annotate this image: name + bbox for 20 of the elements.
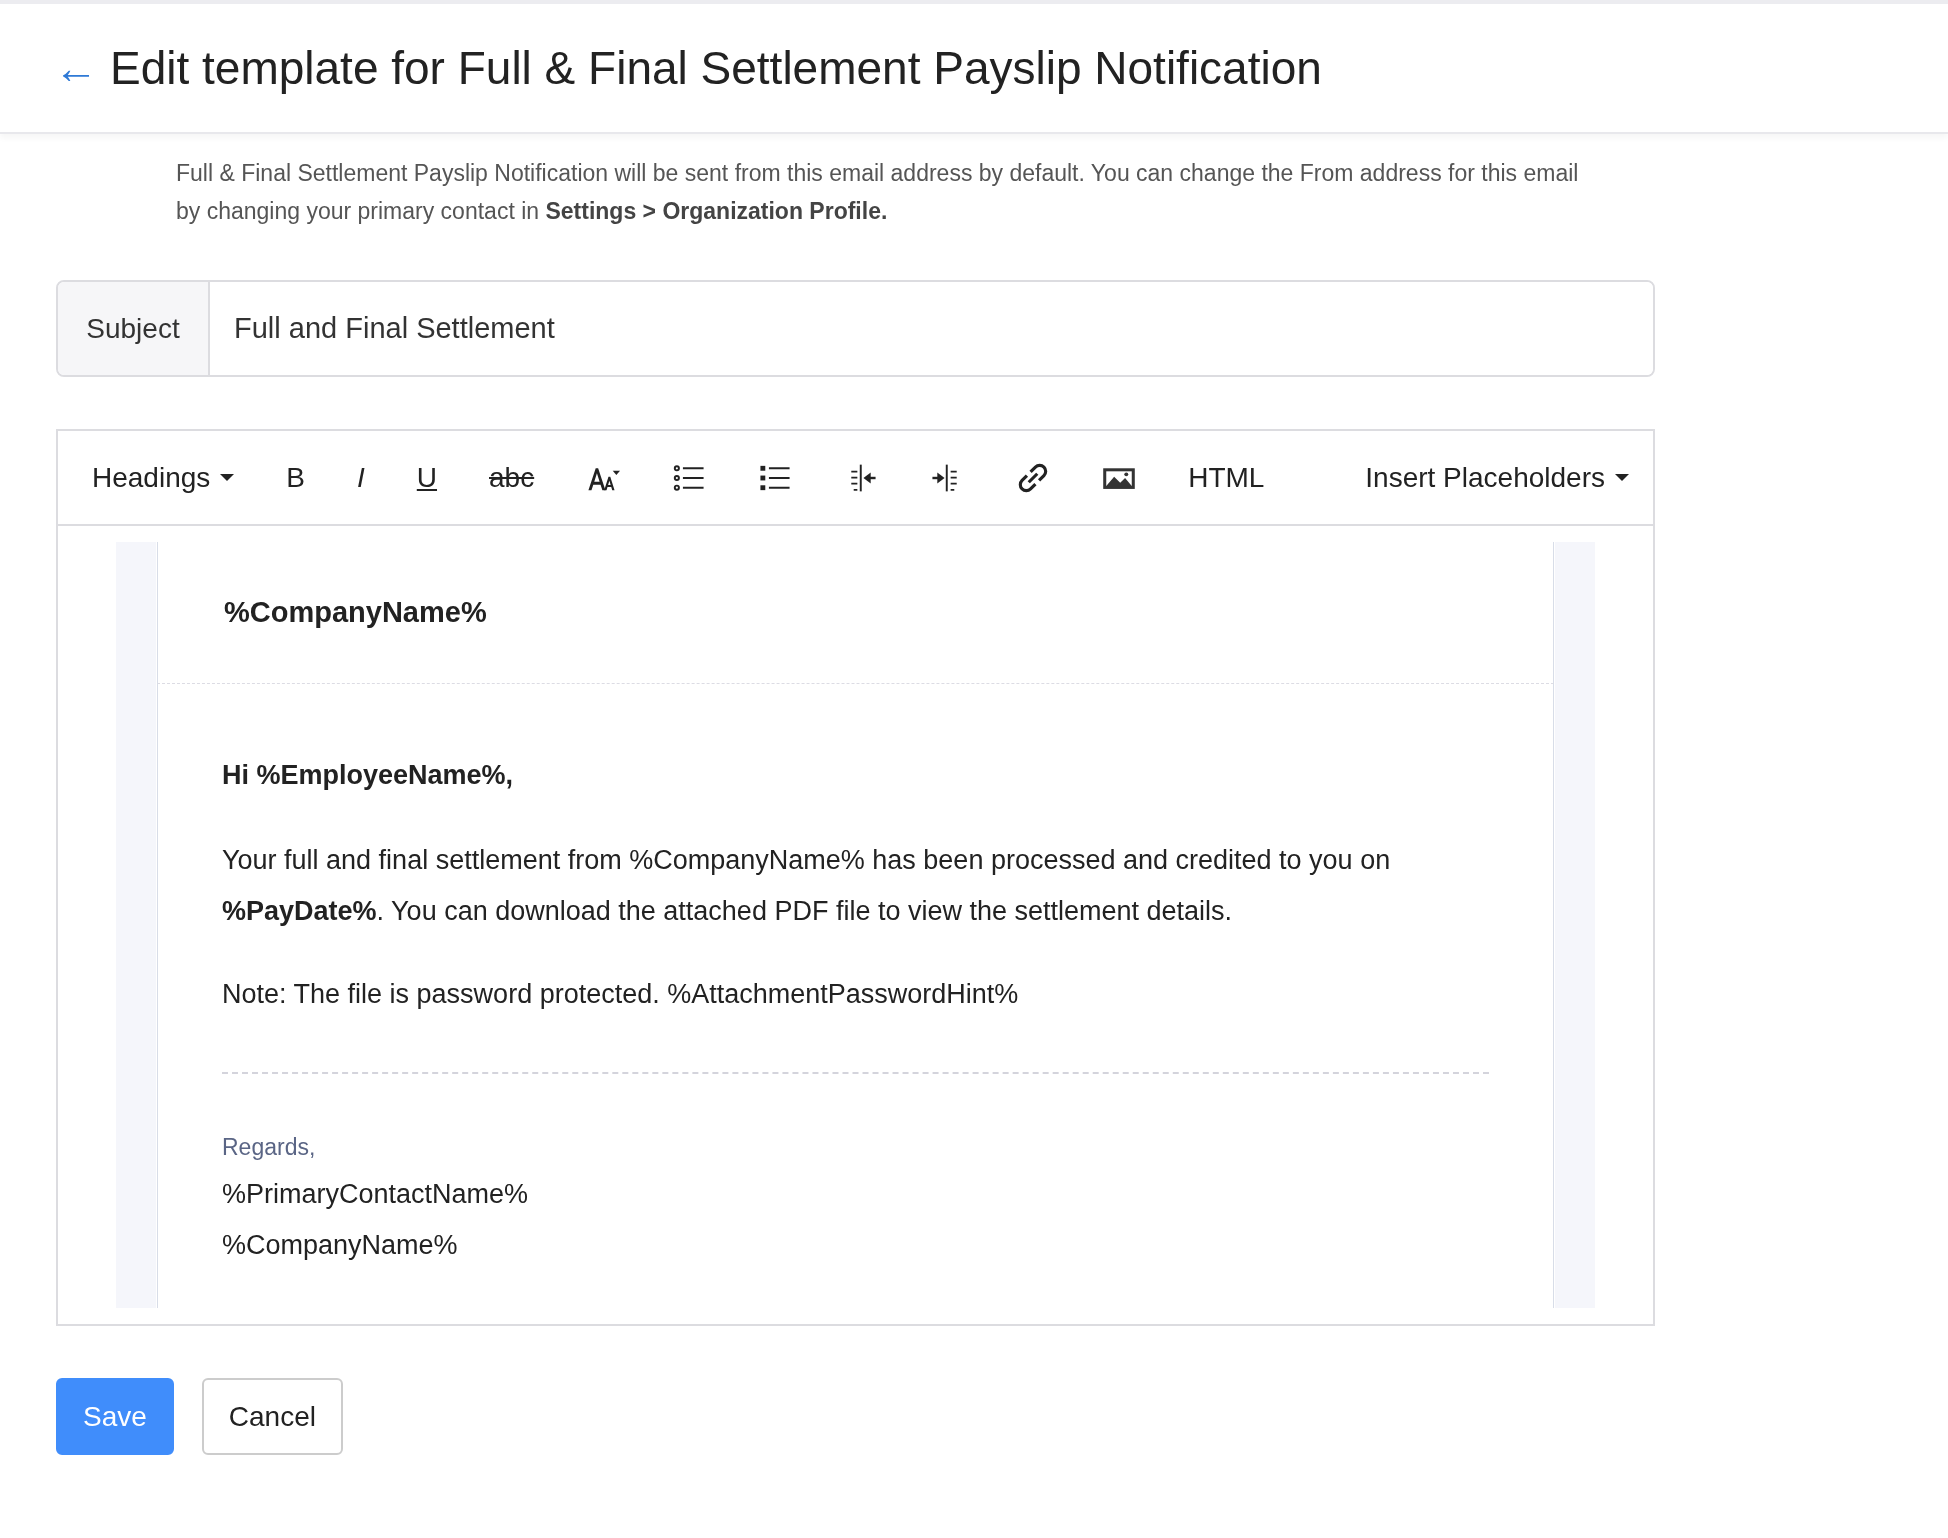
body-paragraph: Note: The file is password protected. %AttachmentPasswordHint%	[222, 978, 1020, 1011]
info-text: Full & Final Settlement Payslip Notification will be sent from this email address by default. You can change the From address for this email by changing your primary contact in Settings > Organization Profile.	[176, 159, 1580, 226]
body-paragraph: Your full and final settlement from %CompanyName% has been processed and credited to you on %PayDate%. You can download the attached PDF file to view the settlement details.	[222, 844, 1392, 928]
signature-line: %PrimaryContactName%	[222, 1178, 530, 1211]
signature-line: %CompanyName%	[222, 1229, 459, 1262]
headings-dropdown[interactable]: Headings	[92, 461, 235, 494]
html-button[interactable]: HTML	[1188, 461, 1265, 494]
italic-button[interactable]: I	[357, 461, 365, 494]
subject-label: Subject	[58, 282, 210, 375]
greeting-text: Hi %EmployeeName%,	[222, 760, 515, 791]
underline-button[interactable]: U	[416, 461, 437, 494]
placeholders-dropdown[interactable]: Insert Placeholders	[1365, 461, 1629, 494]
subject-field[interactable]: Subject Full and Final Settlement	[56, 280, 1655, 377]
strikethrough-button[interactable]: abc	[489, 461, 535, 494]
company-heading: %CompanyName%	[157, 542, 1554, 684]
regards-text: Regards,	[222, 1134, 317, 1161]
bold-button[interactable]: B	[286, 461, 305, 494]
page-title: Edit template for Full & Final Settlement Payslip Notification	[110, 41, 1322, 95]
back-arrow-icon[interactable]: ←	[54, 46, 98, 90]
cancel-button[interactable]: Cancel	[201, 1378, 343, 1455]
